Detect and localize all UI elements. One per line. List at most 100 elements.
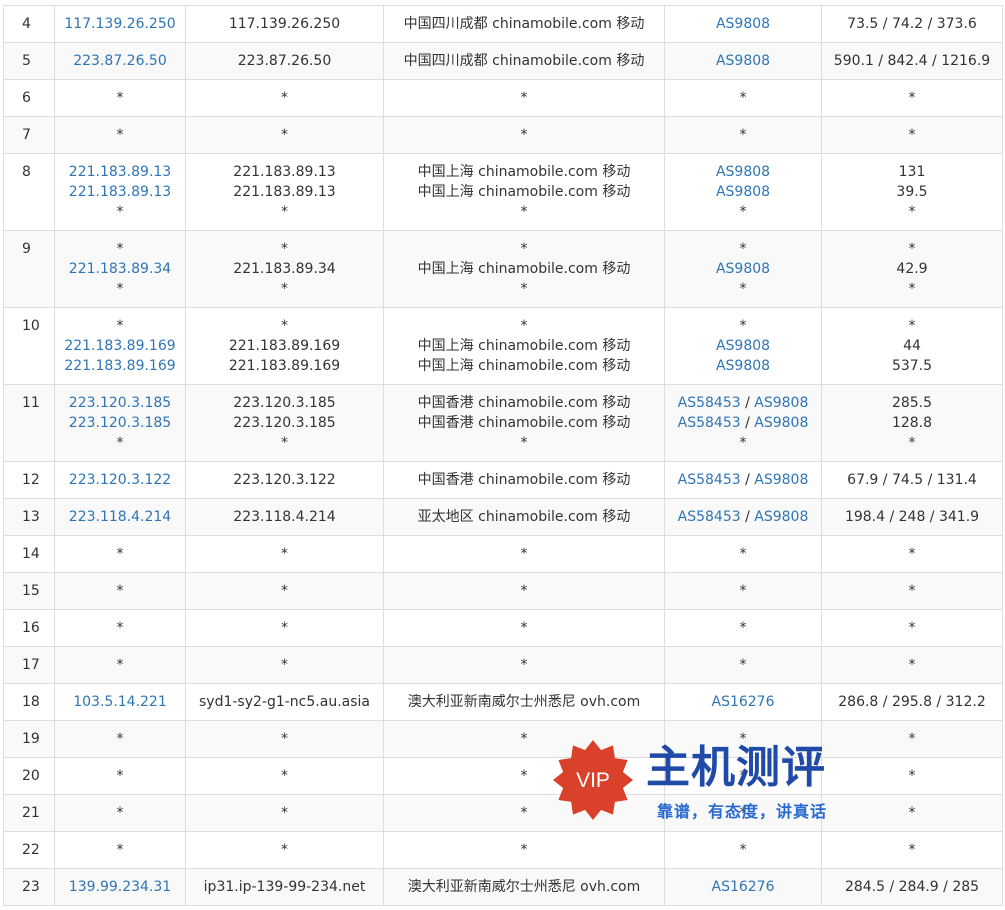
host-line: ip31.ip-139-99-234.net	[203, 879, 366, 895]
as-link[interactable]: AS58453	[678, 395, 741, 411]
latency-cell: 67.9 / 74.5 / 131.4	[821, 461, 1003, 499]
as-cell: AS58453 / AS9808 AS58453 / AS9808 *	[664, 384, 822, 462]
as-empty: *	[739, 657, 747, 673]
as-link[interactable]: AS16276	[712, 694, 775, 710]
ip-link[interactable]: 223.120.3.122	[69, 472, 171, 488]
latency-value: *	[908, 657, 916, 673]
ip-line: *	[116, 281, 124, 297]
as-link[interactable]: AS9808	[716, 358, 770, 374]
ip-link[interactable]: 221.183.89.34	[69, 261, 171, 277]
hop-number: 10	[3, 307, 55, 385]
table-row: 9 * 221.183.89.34 * * 221.183.89.34 * * 中国上海 chi…	[3, 230, 1003, 308]
geo-cell: *	[383, 535, 665, 573]
latency-value: 284.5 / 284.9 / 285	[844, 879, 980, 895]
host-cell: *	[185, 116, 384, 154]
as-link[interactable]: AS9808	[716, 261, 770, 277]
geo-line: 中国上海 chinamobile.com 移动	[417, 184, 631, 200]
ip-link[interactable]: 221.183.89.169	[64, 338, 175, 354]
as-cell: *	[664, 720, 822, 758]
ip-link[interactable]: 223.118.4.214	[69, 509, 171, 525]
geo-line: *	[520, 241, 528, 257]
as-link[interactable]: AS9808	[716, 16, 770, 32]
ip-cell: *	[54, 79, 186, 117]
as-link[interactable]: AS58453	[678, 415, 741, 431]
as-line: *	[666, 729, 821, 749]
latency-value: 590.1 / 842.4 / 1216.9	[833, 53, 991, 69]
as-cell: * AS9808 AS9808	[664, 307, 822, 385]
host-line: *	[281, 204, 288, 220]
host-cell: *	[185, 609, 384, 647]
table-row: 6 * * * * *	[3, 79, 1003, 117]
host-line: *	[281, 768, 288, 784]
ip-line: *	[116, 768, 124, 784]
as-link[interactable]: AS9808	[716, 338, 770, 354]
as-link[interactable]: AS58453	[678, 472, 741, 488]
geo-line: *	[520, 657, 528, 673]
as-link[interactable]: AS9808	[754, 395, 808, 411]
ip-line: 139.99.234.31	[56, 877, 185, 897]
hop-number: 11	[3, 384, 55, 462]
ip-link[interactable]: 117.139.26.250	[64, 16, 175, 32]
as-line: AS58453 / AS9808	[666, 393, 821, 413]
geo-line: 中国香港 chinamobile.com 移动	[417, 395, 631, 411]
geo-line: *	[520, 318, 528, 334]
as-line: AS16276	[666, 692, 821, 712]
ip-cell: *	[54, 609, 186, 647]
as-link[interactable]: AS9808	[754, 415, 808, 431]
geo-cell: 中国上海 chinamobile.com 移动 中国上海 chinamobile.…	[383, 153, 665, 231]
as-line: *	[666, 766, 821, 786]
host-cell: 117.139.26.250	[185, 5, 384, 43]
ip-link[interactable]: 221.183.89.13	[69, 164, 171, 180]
table-row: 18 103.5.14.221 syd1-sy2-g1-nc5.au.asia 澳大利…	[3, 683, 1003, 721]
as-link[interactable]: AS9808	[716, 164, 770, 180]
hop-number: 20	[3, 757, 55, 795]
as-link[interactable]: AS16276	[712, 879, 775, 895]
ip-cell: 223.118.4.214	[54, 498, 186, 536]
latency-cell: 286.8 / 295.8 / 312.2	[821, 683, 1003, 721]
ip-line: *	[116, 435, 124, 451]
ip-link[interactable]: 223.120.3.185	[69, 395, 171, 411]
geo-line: 中国四川成都 chinamobile.com 移动	[403, 53, 645, 69]
geo-cell: *	[383, 757, 665, 795]
ip-link[interactable]: 221.183.89.169	[64, 358, 175, 374]
as-separator: /	[740, 415, 755, 431]
as-line: *	[666, 239, 821, 259]
as-cell: *	[664, 79, 822, 117]
ip-link[interactable]: 139.99.234.31	[69, 879, 171, 895]
geo-line: *	[520, 583, 528, 599]
ip-line: *	[116, 842, 124, 858]
geo-cell: *	[383, 720, 665, 758]
host-cell: syd1-sy2-g1-nc5.au.asia	[185, 683, 384, 721]
hop-number: 23	[3, 868, 55, 906]
hop-number: 21	[3, 794, 55, 832]
as-link[interactable]: AS9808	[716, 184, 770, 200]
geo-line: *	[520, 546, 528, 562]
as-line: *	[666, 202, 821, 222]
geo-line: 中国上海 chinamobile.com 移动	[417, 261, 631, 277]
ip-link[interactable]: 103.5.14.221	[73, 694, 167, 710]
host-cell: * 221.183.89.34 *	[185, 230, 384, 308]
as-cell: AS9808	[664, 42, 822, 80]
latency-cell: 198.4 / 248 / 341.9	[821, 498, 1003, 536]
ip-line: 223.87.26.50	[56, 51, 185, 71]
as-line: AS58453 / AS9808	[666, 413, 821, 433]
hop-number: 8	[3, 153, 55, 231]
ip-link[interactable]: 223.87.26.50	[73, 53, 167, 69]
host-cell: *	[185, 831, 384, 869]
as-link[interactable]: AS9808	[754, 509, 808, 525]
ip-link[interactable]: 223.120.3.185	[69, 415, 171, 431]
ip-line: 221.183.89.34	[56, 259, 185, 279]
ip-link[interactable]: 221.183.89.13	[69, 184, 171, 200]
as-link[interactable]: AS9808	[754, 472, 808, 488]
as-link[interactable]: AS58453	[678, 509, 741, 525]
as-line: AS9808	[666, 182, 821, 202]
as-empty: *	[739, 731, 747, 747]
table-row: 7 * * * * *	[3, 116, 1003, 154]
host-line: *	[281, 90, 288, 106]
ip-line: *	[116, 204, 124, 220]
host-cell: 223.120.3.185 223.120.3.185 *	[185, 384, 384, 462]
geo-line: 中国香港 chinamobile.com 移动	[417, 472, 631, 488]
latency-cell: 73.5 / 74.2 / 373.6	[821, 5, 1003, 43]
latency-cell: 131 39.5 *	[821, 153, 1003, 231]
as-link[interactable]: AS9808	[716, 53, 770, 69]
